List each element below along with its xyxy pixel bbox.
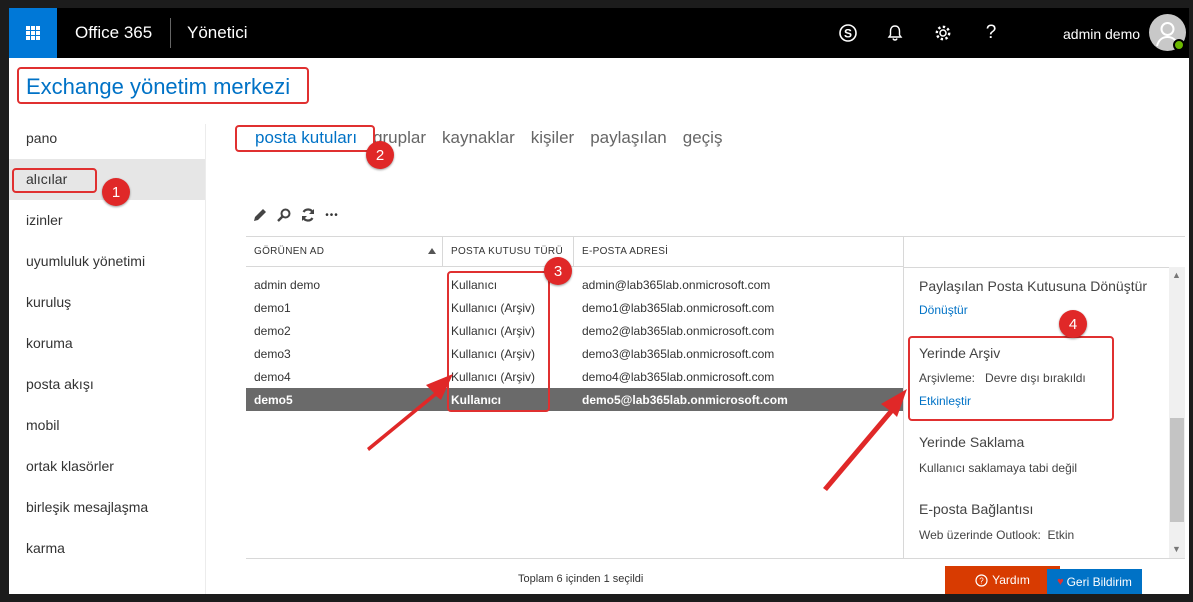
nav-item-posta-akisi[interactable]: posta akışı bbox=[9, 364, 205, 405]
cell-display-name: demo5 bbox=[254, 392, 293, 407]
help-button[interactable]: ? Yardım bbox=[945, 566, 1060, 594]
nav-item-pano[interactable]: pano bbox=[9, 118, 205, 159]
table-row-selected[interactable]: demo5 Kullanıcı demo5@lab365lab.onmicros… bbox=[246, 388, 903, 411]
brand-label[interactable]: Office 365 bbox=[75, 23, 152, 43]
search-icon[interactable] bbox=[272, 205, 296, 225]
column-header-label: GÖRÜNEN AD bbox=[254, 246, 325, 257]
svg-text:S: S bbox=[844, 27, 852, 41]
hold-section-title: Yerinde Saklama bbox=[919, 434, 1025, 450]
table-row[interactable]: admin demo Kullanıcı admin@lab365lab.onm… bbox=[246, 273, 903, 296]
selection-status: Toplam 6 içinden 1 seçildi bbox=[518, 573, 644, 585]
tab-paylasilan[interactable]: paylaşılan bbox=[590, 128, 667, 148]
sort-ascending-icon bbox=[428, 248, 436, 254]
tab-kisiler[interactable]: kişiler bbox=[531, 128, 574, 148]
toolbar: ••• bbox=[248, 205, 344, 225]
user-name[interactable]: admin demo bbox=[1063, 26, 1140, 42]
email-connectivity-title: E-posta Bağlantısı bbox=[919, 501, 1034, 517]
cell-display-name: demo4 bbox=[254, 369, 291, 384]
svg-text:?: ? bbox=[979, 576, 984, 585]
nav-item-ortak-klasorler[interactable]: ortak klasörler bbox=[9, 446, 205, 487]
more-icon[interactable]: ••• bbox=[320, 205, 344, 225]
nav-item-izinler[interactable]: izinler bbox=[9, 200, 205, 241]
waffle-icon[interactable] bbox=[9, 8, 57, 58]
nav-item-kurulus[interactable]: kuruluş bbox=[9, 282, 205, 323]
table-body: admin demo Kullanıcı admin@lab365lab.onm… bbox=[246, 267, 903, 411]
annotation-box-mailbox-type bbox=[447, 271, 550, 412]
topbar-divider bbox=[170, 18, 171, 48]
hold-status: Kullanıcı saklamaya tabi değil bbox=[919, 461, 1078, 475]
footer-divider bbox=[246, 558, 1185, 559]
help-circle-icon: ? bbox=[975, 573, 988, 587]
cell-email: demo1@lab365lab.onmicrosoft.com bbox=[582, 300, 775, 315]
cell-display-name: demo1 bbox=[254, 300, 291, 315]
skype-icon[interactable]: S bbox=[835, 20, 861, 46]
heart-icon: ♥ bbox=[1057, 575, 1064, 588]
annotation-badge-3: 3 bbox=[544, 257, 572, 285]
annotation-box-tab bbox=[235, 125, 375, 152]
cell-display-name: admin demo bbox=[254, 277, 321, 292]
table-row[interactable]: demo4 Kullanıcı (Arşiv) demo4@lab365lab.… bbox=[246, 365, 903, 388]
cell-email: admin@lab365lab.onmicrosoft.com bbox=[582, 277, 771, 292]
table-row[interactable]: demo1 Kullanıcı (Arşiv) demo1@lab365lab.… bbox=[246, 296, 903, 319]
nav-item-koruma[interactable]: koruma bbox=[9, 323, 205, 364]
table-row[interactable]: demo2 Kullanıcı (Arşiv) demo2@lab365lab.… bbox=[246, 319, 903, 342]
nav-item-mobil[interactable]: mobil bbox=[9, 405, 205, 446]
cell-display-name: demo3 bbox=[254, 346, 291, 361]
details-divider bbox=[903, 236, 904, 558]
owa-label: Web üzerinde Outlook: bbox=[919, 528, 1041, 542]
presence-status-icon bbox=[1173, 39, 1185, 51]
cell-display-name: demo2 bbox=[254, 323, 291, 338]
cell-email: demo3@lab365lab.onmicrosoft.com bbox=[582, 346, 775, 361]
scroll-up-icon[interactable]: ▲ bbox=[1172, 270, 1181, 280]
annotation-box-alicilar bbox=[12, 168, 97, 193]
scroll-down-icon[interactable]: ▼ bbox=[1172, 544, 1181, 554]
table-header: GÖRÜNEN AD POSTA KUTUSU TÜRÜ E-POSTA ADR… bbox=[246, 236, 903, 267]
annotation-badge-2: 2 bbox=[366, 141, 394, 169]
mailbox-table: GÖRÜNEN AD POSTA KUTUSU TÜRÜ E-POSTA ADR… bbox=[246, 236, 903, 411]
details-header-line bbox=[903, 236, 1185, 237]
annotation-box-archive bbox=[908, 336, 1114, 421]
column-header-display-name[interactable]: GÖRÜNEN AD bbox=[246, 237, 443, 266]
refresh-icon[interactable] bbox=[296, 205, 320, 225]
annotation-badge-4: 4 bbox=[1059, 310, 1087, 338]
convert-link[interactable]: Dönüştür bbox=[919, 303, 1169, 317]
app-name: Yönetici bbox=[187, 23, 248, 42]
cell-email: demo2@lab365lab.onmicrosoft.com bbox=[582, 323, 775, 338]
nav-item-birlesik-mesajlasma[interactable]: birleşik mesajlaşma bbox=[9, 487, 205, 528]
owa-value: Etkin bbox=[1047, 528, 1075, 542]
scrollbar-thumb[interactable] bbox=[1170, 418, 1184, 522]
details-header-line bbox=[903, 267, 1185, 268]
annotation-box-title bbox=[17, 67, 309, 104]
table-row[interactable]: demo3 Kullanıcı (Arşiv) demo3@lab365lab.… bbox=[246, 342, 903, 365]
gear-icon[interactable] bbox=[930, 20, 956, 46]
owa-status: Web üzerinde Outlook: Etkin bbox=[919, 528, 1169, 542]
tab-kaynaklar[interactable]: kaynaklar bbox=[442, 128, 515, 148]
feedback-button-label: Geri Bildirim bbox=[1066, 574, 1132, 589]
leftnav-divider bbox=[205, 124, 206, 594]
annotation-badge-1: 1 bbox=[102, 178, 130, 206]
top-bar: Office 365 Yönetici S ? admin demo bbox=[9, 8, 1189, 58]
tab-gecis[interactable]: geçiş bbox=[683, 128, 723, 148]
edit-icon[interactable] bbox=[248, 205, 272, 225]
nav-item-uyumluluk[interactable]: uyumluluk yönetimi bbox=[9, 241, 205, 282]
bell-icon[interactable] bbox=[882, 20, 908, 46]
help-icon[interactable]: ? bbox=[978, 20, 1004, 46]
cell-email: demo5@lab365lab.onmicrosoft.com bbox=[582, 392, 788, 407]
convert-section-title: Paylaşılan Posta Kutusuna Dönüştür bbox=[919, 278, 1148, 294]
eac-window: Office 365 Yönetici S ? admin demo Excha… bbox=[9, 8, 1189, 594]
help-button-label: Yardım bbox=[992, 573, 1030, 587]
column-header-email[interactable]: E-POSTA ADRESİ bbox=[574, 237, 903, 266]
nav-item-karma[interactable]: karma bbox=[9, 528, 205, 569]
feedback-button[interactable]: ♥ Geri Bildirim bbox=[1047, 569, 1142, 594]
cell-email: demo4@lab365lab.onmicrosoft.com bbox=[582, 369, 775, 384]
